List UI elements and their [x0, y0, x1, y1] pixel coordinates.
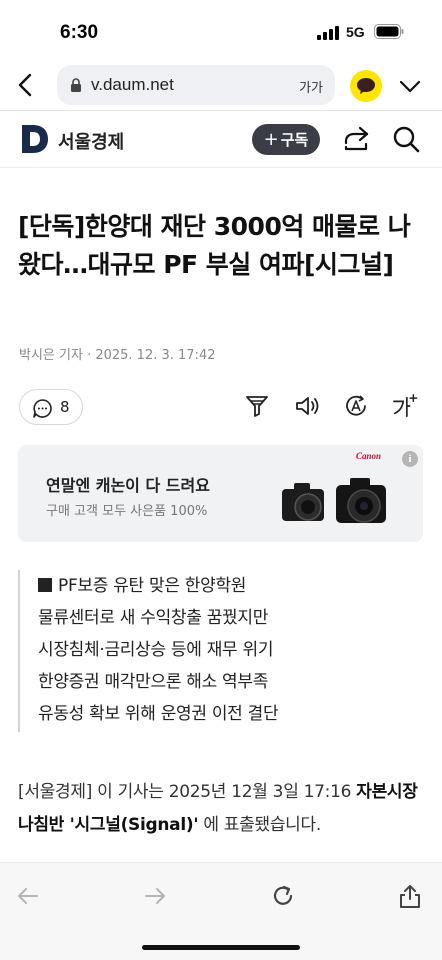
ad-info-icon[interactable]: i — [402, 451, 418, 467]
status-bar: 6:30 5G — [0, 0, 442, 62]
square-bullet-icon — [38, 578, 52, 592]
divider — [0, 167, 442, 168]
battery-icon — [374, 24, 404, 39]
home-indicator[interactable] — [142, 945, 300, 950]
forward-icon[interactable] — [142, 883, 168, 909]
site-name[interactable]: 서울경제 — [58, 128, 124, 154]
kakaotalk-button[interactable] — [350, 70, 382, 102]
article-byline: 박시은 기자 · 2025. 12. 3. 17:42 — [19, 348, 216, 363]
font-size-icon[interactable] — [392, 393, 418, 419]
chevron-down-icon[interactable] — [398, 76, 422, 96]
address-bar[interactable]: v.daum.net 가가 — [57, 65, 335, 105]
summary-line: 물류센터로 새 수익창출 꿈꿨지만 — [38, 608, 269, 628]
article-headline: [단독]한양대 재단 3000억 매물로 나왔다…대규모 PF 부실 여파[시그… — [18, 212, 411, 279]
signal-icon — [317, 26, 339, 40]
speaker-icon[interactable] — [294, 393, 320, 419]
reload-icon[interactable] — [270, 883, 296, 909]
summary-line: 시장침체·금리상승 등에 재무 위기 — [38, 640, 274, 660]
share-upload-icon[interactable] — [397, 883, 423, 909]
network-label: 5G — [346, 24, 365, 40]
subscribe-label: 구독 — [280, 131, 309, 149]
kakaotalk-icon — [357, 78, 375, 94]
ad-banner[interactable]: 연말엔 캐논이 다 드려요 구매 고객 모두 사은품 100% Canon i — [18, 445, 423, 542]
ad-subtitle: 구매 고객 모두 사은품 100% — [46, 504, 208, 519]
back-arrow-icon[interactable] — [14, 72, 38, 98]
search-icon[interactable] — [392, 125, 420, 153]
share-icon[interactable] — [342, 126, 370, 152]
summary-line: 한양증권 매각만으론 해소 역부족 — [38, 672, 269, 692]
summary-line: 유동성 확보 위해 운영권 이전 결단 — [38, 704, 279, 724]
lock-icon — [71, 78, 81, 92]
browser-bar: v.daum.net 가가 — [0, 62, 442, 110]
ad-brand: Canon — [356, 451, 382, 461]
article-summary: PF보증 유탄 맞은 한양학원 물류센터로 새 수익창출 꿈꿨지만 시장침체·금… — [18, 570, 423, 732]
translate-icon[interactable] — [343, 393, 369, 419]
ad-title: 연말엔 캐논이 다 드려요 — [46, 476, 210, 495]
site-header: 서울경제 + 구독 — [0, 111, 442, 167]
font-size-button[interactable]: 가가 — [299, 77, 323, 96]
summary-icon[interactable] — [244, 393, 270, 419]
plus-icon: + — [263, 129, 279, 150]
subscribe-button[interactable]: + 구독 — [252, 124, 320, 155]
back-icon[interactable] — [15, 883, 41, 909]
browser-toolbar — [0, 862, 442, 960]
summary-line: PF보증 유탄 맞은 한양학원 — [38, 570, 423, 602]
camera-image — [282, 478, 386, 523]
url-text: v.daum.net — [91, 75, 174, 94]
status-time: 6:30 — [60, 22, 99, 43]
article-body: [서울경제] 이 기사는 2025년 12월 3일 17:16 자본시장 나침반… — [18, 782, 418, 835]
comment-button[interactable]: 8 — [19, 389, 83, 425]
daum-logo[interactable] — [22, 125, 48, 153]
comment-count: 8 — [60, 398, 70, 416]
comment-icon — [33, 399, 52, 418]
